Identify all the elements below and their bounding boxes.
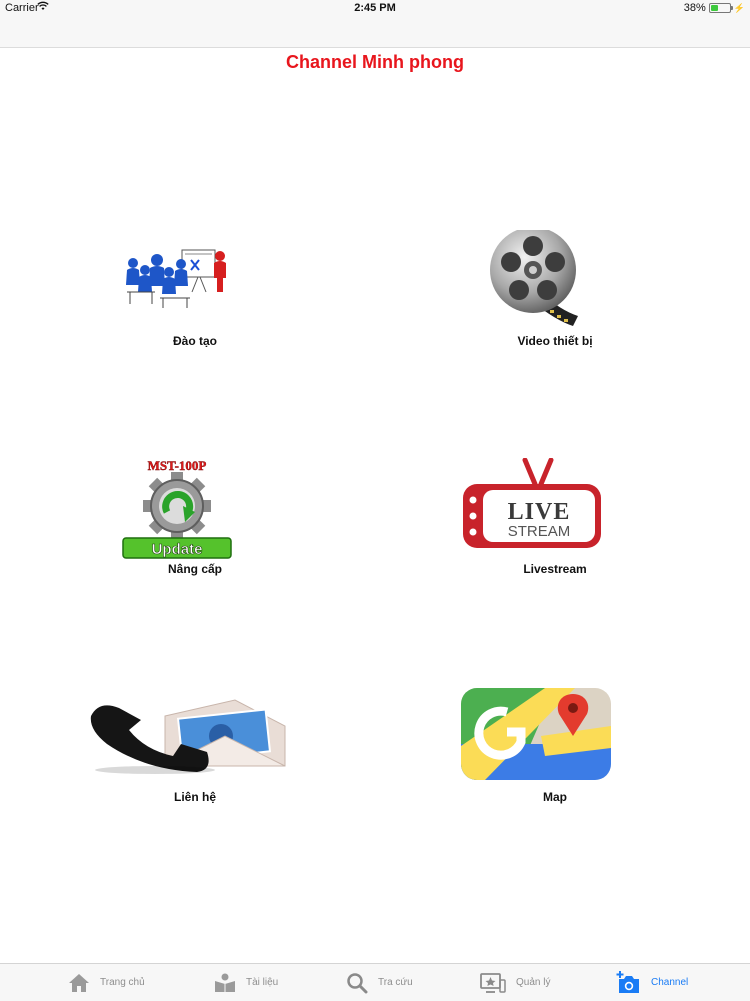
home-icon xyxy=(68,973,90,993)
tab-quan-ly[interactable]: Quản lý xyxy=(480,964,550,1001)
tile-label: Map xyxy=(543,790,567,804)
search-icon xyxy=(346,972,368,994)
navigation-bar xyxy=(0,18,750,48)
battery-percent: 38% xyxy=(683,2,706,14)
tab-label: Quản lý xyxy=(516,977,551,988)
update-icon-button-text: Update xyxy=(152,541,203,558)
tile-label: Livestream xyxy=(523,562,587,576)
film-reel-icon xyxy=(445,227,665,340)
page-title: Channel Minh phong xyxy=(286,52,464,72)
live-icon-text: LIVE xyxy=(508,499,571,525)
camera-add-icon xyxy=(615,970,641,995)
tile-lien-he[interactable]: Liên hệ xyxy=(85,686,305,826)
battery-icon xyxy=(708,3,733,13)
tab-label: Channel xyxy=(651,977,689,988)
tab-channel[interactable]: Channel xyxy=(615,964,688,1001)
reader-book-icon xyxy=(214,973,236,993)
tile-label: Nâng cấp xyxy=(167,562,222,576)
tile-label: Liên hệ xyxy=(173,790,216,804)
tab-trang-chu[interactable]: Trang chủ xyxy=(68,964,145,1001)
tile-label: Video thiết bị xyxy=(517,334,593,348)
tab-label: Trang chủ xyxy=(100,977,145,988)
battery-status: 38% ⚡ xyxy=(684,2,745,14)
tab-bar: Trang chủ Tài liệu Tra cứu Quản lý Chann… xyxy=(0,963,750,1001)
phone-mail-icon xyxy=(85,686,305,796)
status-bar: Carrier 2:45 PM 38% ⚡ xyxy=(0,0,750,18)
live-stream-tv-icon: LIVE STREAM xyxy=(445,457,665,568)
training-icon xyxy=(85,230,305,340)
tab-label: Tra cứu xyxy=(378,977,413,988)
tile-label: Đào tạo xyxy=(172,334,217,348)
tile-nang-cap[interactable]: MST-100P Update Nâng cấp xyxy=(85,458,305,598)
tile-dao-tao[interactable]: Đào tạo xyxy=(85,230,305,370)
stream-icon-text: STREAM xyxy=(508,523,571,540)
update-gear-icon: MST-100P Update xyxy=(85,458,305,568)
tile-livestream[interactable]: LIVE STREAM Livestream xyxy=(445,457,665,598)
monitor-star-icon xyxy=(480,972,506,994)
tab-tai-lieu[interactable]: Tài liệu xyxy=(214,964,278,1001)
charging-bolt-icon: ⚡ xyxy=(733,2,745,13)
status-time: 2:45 PM xyxy=(354,2,396,14)
update-icon-title: MST-100P xyxy=(148,458,207,473)
google-maps-icon xyxy=(445,686,665,796)
tab-tra-cuu[interactable]: Tra cứu xyxy=(346,964,413,1001)
tab-label: Tài liệu xyxy=(246,977,279,988)
tile-video-thiet-bi[interactable]: Video thiết bị xyxy=(445,227,665,370)
tile-map[interactable]: Map xyxy=(445,686,665,826)
